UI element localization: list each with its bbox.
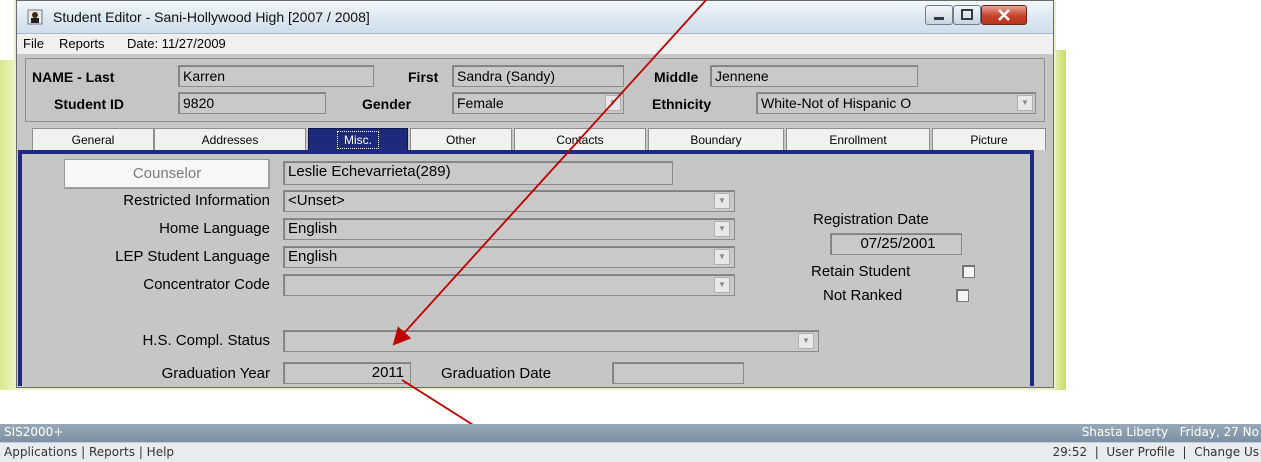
annotation-arrows bbox=[392, 0, 707, 461]
app-nav-bar: Applications | Reports | Help 29:52 | Us… bbox=[0, 442, 1261, 462]
app-nav-links[interactable]: Applications | Reports | Help bbox=[4, 445, 174, 459]
app-status-bar: SIS2000+ Shasta Liberty Friday, 27 No bbox=[0, 424, 1261, 442]
user-nav-links[interactable]: 29:52 | User Profile | Change Us bbox=[1053, 445, 1259, 459]
location-date: Shasta Liberty Friday, 27 No bbox=[1081, 425, 1259, 439]
app-name: SIS2000+ bbox=[4, 425, 64, 439]
annotation-arrow-to-hs-status bbox=[392, 0, 707, 346]
